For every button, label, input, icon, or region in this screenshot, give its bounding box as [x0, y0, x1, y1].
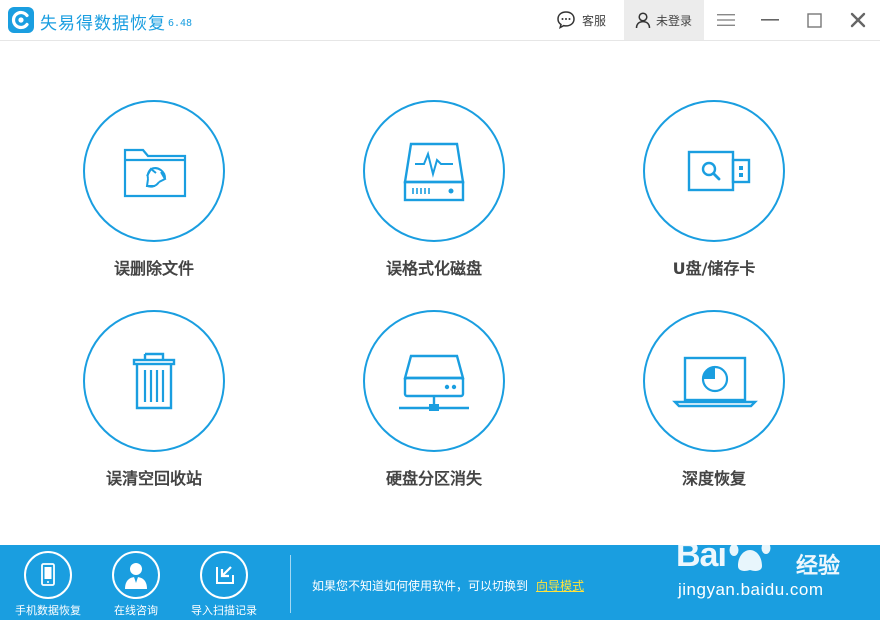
watermark-url: jingyan.baidu.com [678, 580, 824, 599]
tile-recycle-bin-circle[interactable] [83, 310, 225, 452]
import-scan-button[interactable]: 导入扫描记录 [184, 545, 264, 620]
tile-label: 误清空回收站 [105, 469, 202, 488]
phone-recovery-button[interactable]: 手机数据恢复 [8, 545, 88, 620]
online-consult-button[interactable]: 在线咨询 [96, 545, 176, 620]
tile-label: 深度恢复 [681, 469, 746, 488]
user-icon [635, 12, 651, 29]
tile-deleted-files[interactable]: 误删除文件 [54, 100, 254, 300]
tile-deep-recovery[interactable]: 深度恢复 [614, 310, 814, 510]
network-drive-icon [399, 354, 469, 411]
divider [290, 555, 291, 613]
phone-recovery-ring[interactable] [24, 551, 72, 599]
consultant-icon [125, 563, 147, 589]
folder-recycle-icon [123, 148, 187, 198]
phone-icon [41, 563, 55, 586]
tile-deleted-files-circle[interactable] [83, 100, 225, 242]
maximize-button[interactable] [796, 0, 832, 40]
minimize-icon [761, 19, 779, 21]
close-icon [850, 12, 866, 28]
tile-usb-card-circle[interactable] [643, 100, 785, 242]
watermark-brand: Bai [676, 536, 727, 574]
online-consult-ring[interactable] [112, 551, 160, 599]
tile-formatted-disk-circle[interactable] [363, 100, 505, 242]
maximize-icon [806, 12, 822, 28]
baidu-paw-icon [729, 529, 771, 571]
guide-hint: 如果您不知道如何使用软件，可以切换到 向导模式 [312, 577, 584, 594]
trash-bin-icon [132, 352, 176, 410]
app-logo-icon [8, 7, 34, 33]
title-bar: 失易得数据恢复 6.48 客服 未登录 [0, 0, 880, 41]
close-button[interactable] [840, 0, 876, 40]
tile-label: U盘/储存卡 [672, 259, 756, 278]
login-button[interactable]: 未登录 [624, 0, 704, 40]
app-version: 6.48 [168, 18, 193, 29]
usb-drive-search-icon [687, 150, 751, 192]
tile-partition-lost[interactable]: 硬盘分区消失 [334, 310, 534, 510]
import-scan-ring[interactable] [200, 551, 248, 599]
tile-deep-recovery-circle[interactable] [643, 310, 785, 452]
wizard-mode-link[interactable]: 向导模式 [536, 579, 584, 593]
tile-formatted-disk[interactable]: 误格式化磁盘 [334, 100, 534, 300]
app-title: 失易得数据恢复 [40, 14, 166, 34]
phone-recovery-label: 手机数据恢复 [15, 604, 81, 617]
tile-label: 误格式化磁盘 [385, 259, 482, 278]
baidu-jingyan-watermark: Bai 经验 jingyan.baidu.com [668, 528, 876, 616]
chat-bubble-icon [557, 11, 575, 29]
tile-label: 硬盘分区消失 [385, 469, 482, 488]
tile-recycle-bin[interactable]: 误清空回收站 [54, 310, 254, 510]
guide-hint-text: 如果您不知道如何使用软件，可以切换到 [312, 579, 529, 593]
tile-usb-card[interactable]: U盘/储存卡 [614, 100, 814, 300]
tile-partition-lost-circle[interactable] [363, 310, 505, 452]
watermark-brand-suffix: 经验 [796, 554, 841, 579]
laptop-disk-icon [672, 356, 758, 408]
tile-label: 误删除文件 [113, 259, 194, 278]
menu-button[interactable] [708, 0, 744, 40]
login-label: 未登录 [656, 13, 693, 28]
minimize-button[interactable] [752, 0, 788, 40]
import-icon [216, 566, 234, 584]
online-consult-label: 在线咨询 [114, 604, 158, 617]
import-scan-label: 导入扫描记录 [191, 604, 257, 617]
hamburger-menu-icon [717, 14, 735, 26]
hard-disk-pulse-icon [403, 142, 465, 202]
customer-service-label: 客服 [582, 13, 607, 28]
customer-service-button[interactable]: 客服 [556, 0, 618, 40]
